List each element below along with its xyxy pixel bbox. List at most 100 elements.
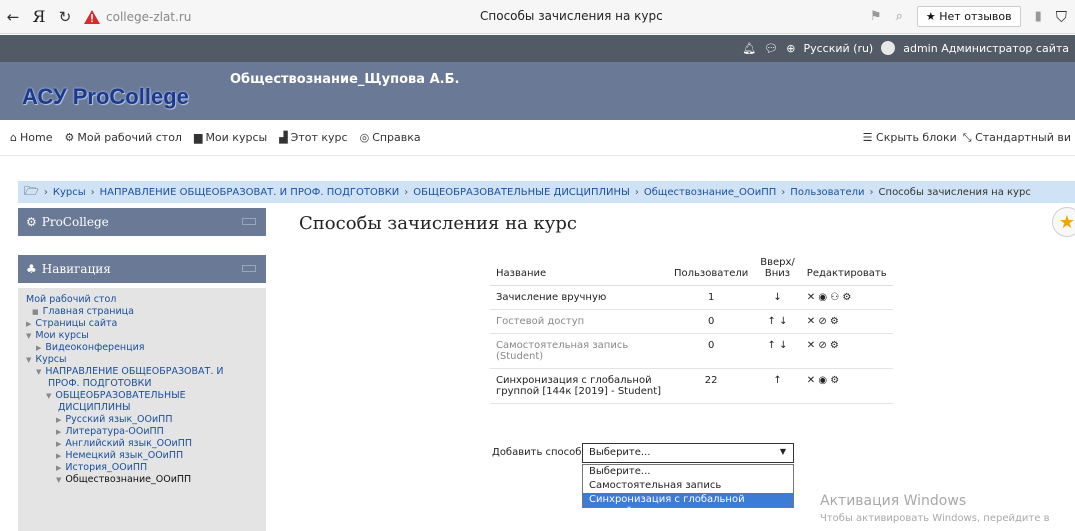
tree-item-site-pages[interactable]: ▶ Страницы сайта <box>26 318 258 330</box>
expand-arrow-icon: ▶ <box>56 452 62 460</box>
collapse-toggle-icon[interactable] <box>242 218 256 225</box>
tree-item-courses[interactable]: ▼ Курсы <box>26 354 258 366</box>
tree-item-direction-line2[interactable]: ПРОФ. ПОДГОТОВКИ <box>26 378 258 390</box>
dashboard-icon: ⚙ <box>64 131 75 144</box>
add-method-select[interactable]: Выберите... ▼ <box>582 443 794 463</box>
reload-icon[interactable]: ↻ <box>52 8 78 26</box>
expand-icon: ⤡ <box>962 131 972 144</box>
expand-arrow-icon: ▶ <box>26 320 32 328</box>
edit-actions-icon[interactable]: ✕ ⊘ ⚙ <box>800 333 893 369</box>
nav-my-courses[interactable]: ▆ Мои курсы <box>194 131 267 144</box>
help-icon: ◎ <box>359 131 370 144</box>
tree-item-course[interactable]: ▶ Литература-ООиПП <box>26 426 258 438</box>
bullet-icon: ■ <box>32 308 39 316</box>
expand-arrow-icon: ▶ <box>36 344 42 352</box>
course-icon: ▟ <box>279 131 288 144</box>
breadcrumb-item[interactable]: Пользователи <box>790 187 864 198</box>
language-menu[interactable]: Русский (ru) <box>803 42 873 55</box>
search-icon[interactable]: ⌕ <box>896 9 903 24</box>
nav-help[interactable]: ◎ Справка <box>360 131 421 144</box>
address-bar[interactable]: college-zlat.ru <box>106 10 191 24</box>
globe-icon: ⊕ <box>786 41 796 55</box>
reviews-button[interactable]: ★ Нет отзывов <box>916 6 1021 27</box>
breadcrumb-item[interactable]: НАПРАВЛЕНИЕ ОБЩЕОБРАЗОВАТ. И ПРОФ. ПОДГО… <box>100 187 400 198</box>
breadcrumb-item[interactable]: Обществознание_ООиПП <box>644 187 776 198</box>
page-title: Способы зачисления на курс <box>299 213 577 234</box>
tree-item-home[interactable]: ■ Главная страница <box>26 306 258 318</box>
site-header: АСУ ProCollege Обществознание_Щупова А.Б… <box>0 62 1075 120</box>
tree-item-course[interactable]: ▶ Английский язык_ООиПП <box>26 438 258 450</box>
tree-item-course[interactable]: ▶ Немецкий язык_ООиПП <box>26 450 258 462</box>
tree-item-current-course[interactable]: ▼ Обществознание_ООиПП <box>26 474 258 486</box>
tree-item-my-courses[interactable]: ▼ Мои курсы <box>26 330 258 342</box>
procollege-block-header[interactable]: ⚙ ProCollege <box>18 208 266 236</box>
method-users: 22 <box>668 368 755 404</box>
column-header-edit: Редактировать <box>800 255 893 286</box>
hide-blocks-button[interactable]: ☰ Скрыть блоки <box>863 131 957 145</box>
user-menu[interactable]: admin Администратор сайта <box>903 42 1069 55</box>
dropdown-option[interactable]: Самостоятельная запись <box>583 479 793 493</box>
navigation-block-header[interactable]: ♣ Навигация <box>18 255 266 283</box>
protect-icon[interactable]: ⛉ <box>1056 8 1067 26</box>
browser-toolbar: ← Я ↻ college-zlat.ru Способы зачисления… <box>0 0 1075 34</box>
method-name: Гостевой доступ <box>490 309 668 334</box>
tree-item-videoconf[interactable]: ▶ Видеоконференция <box>26 342 258 354</box>
method-name: Зачисление вручную <box>490 285 668 310</box>
tree-item-general[interactable]: ▼ ОБЩЕОБРАЗОВАТЕЛЬНЫЕ <box>26 390 258 402</box>
block-title: Навигация <box>41 262 111 276</box>
move-up-down-icon[interactable]: ↑ ↓ <box>754 309 801 334</box>
nav-dashboard[interactable]: ⚙ Мой рабочий стол <box>64 131 182 144</box>
tree-item-course[interactable]: ▶ История_ООиПП <box>26 462 258 474</box>
breadcrumb-item[interactable]: ОБЩЕОБРАЗОВАТЕЛЬНЫЕ ДИСЦИПЛИНЫ <box>413 187 630 198</box>
tree-item-general-line2[interactable]: ДИСЦИПЛИНЫ <box>26 402 258 414</box>
navbar-right-tools: ☰ Скрыть блоки ⤡ Стандартный ви <box>863 131 1071 145</box>
favourite-star-icon[interactable]: ★ <box>1052 207 1075 237</box>
avatar[interactable] <box>881 41 896 55</box>
nav-this-course[interactable]: ▟ Этот курс <box>279 131 347 144</box>
table-row: Синхронизация с глобальной группой [144к… <box>490 368 893 404</box>
warning-icon[interactable] <box>84 9 100 24</box>
edit-actions-icon[interactable]: ✕ ◉ ⚙ <box>800 368 893 404</box>
messages-icon[interactable]: 💬︎ <box>764 42 778 55</box>
tree-item-dashboard[interactable]: Мой рабочий стол <box>26 294 258 306</box>
translate-icon[interactable]: ⚑ <box>870 9 882 24</box>
table-row: Зачисление вручную 1 ↓ ✕ ◉ ⚇ ⚙ <box>490 285 893 310</box>
tree-item-course[interactable]: ▶ Русский язык_ООиПП <box>26 414 258 426</box>
collapse-toggle-icon[interactable] <box>242 265 256 272</box>
breadcrumb-item[interactable]: Курсы <box>53 187 86 198</box>
method-name: Самостоятельная запись (Student) <box>490 333 668 369</box>
block-title: ProCollege <box>41 215 109 229</box>
method-users: 0 <box>668 309 755 334</box>
tab-title: Способы зачисления на курс <box>480 9 663 23</box>
add-method-dropdown: Выберите... Самостоятельная запись Синхр… <box>582 464 794 517</box>
collapse-arrow-icon: ▼ <box>46 392 52 400</box>
column-header-users: Пользователи <box>668 255 755 286</box>
column-header-move: Вверх/Вниз <box>754 255 801 286</box>
bookmark-icon[interactable]: ▮ <box>1035 9 1042 24</box>
method-name: Синхронизация с глобальной группой [144к… <box>490 368 668 404</box>
course-title: Обществознание_Щупова А.Б. <box>230 72 460 87</box>
browser-right-tools: ⚑ ⌕ ★ Нет отзывов ▮ ⛉ <box>870 6 1067 27</box>
nav-home[interactable]: ⌂ Home <box>10 131 52 144</box>
move-up-icon[interactable]: ↑ <box>754 368 801 404</box>
edit-actions-icon[interactable]: ✕ ⊘ ⚙ <box>800 309 893 334</box>
courses-icon: ▆ <box>193 131 203 144</box>
notifications-bell-icon[interactable]: 🔔︎ <box>742 42 756 55</box>
home-icon: ⌂ <box>10 131 17 144</box>
edit-actions-icon[interactable]: ✕ ◉ ⚇ ⚙ <box>800 285 893 310</box>
table-row: Гостевой доступ 0 ↑ ↓ ✕ ⊘ ⚙ <box>490 309 893 334</box>
collapse-arrow-icon: ▼ <box>56 476 62 484</box>
dropdown-option[interactable]: Выберите... <box>583 465 793 479</box>
move-up-down-icon[interactable]: ↑ ↓ <box>754 333 801 369</box>
yandex-logo[interactable]: Я <box>26 7 52 26</box>
dropdown-option-highlighted[interactable]: Синхронизация с глобальной группой <box>583 493 793 517</box>
move-down-icon[interactable]: ↓ <box>754 285 801 310</box>
user-menu-area: 🔔︎ 💬︎ ⊕ Русский (ru) admin Администратор… <box>742 41 1069 55</box>
tree-item-direction[interactable]: ▼ НАПРАВЛЕНИЕ ОБЩЕОБРАЗОВАТ. И <box>26 366 258 378</box>
standard-view-button[interactable]: ⤡ Стандартный ви <box>963 131 1071 145</box>
site-logo[interactable]: АСУ ProCollege <box>22 84 189 110</box>
navigation-tree: Мой рабочий стол ■ Главная страница ▶ Стра… <box>18 288 266 531</box>
collapse-arrow-icon: ▼ <box>36 368 42 376</box>
back-arrow-icon[interactable]: ← <box>0 8 26 26</box>
sitemap-icon: ♣ <box>26 262 37 276</box>
